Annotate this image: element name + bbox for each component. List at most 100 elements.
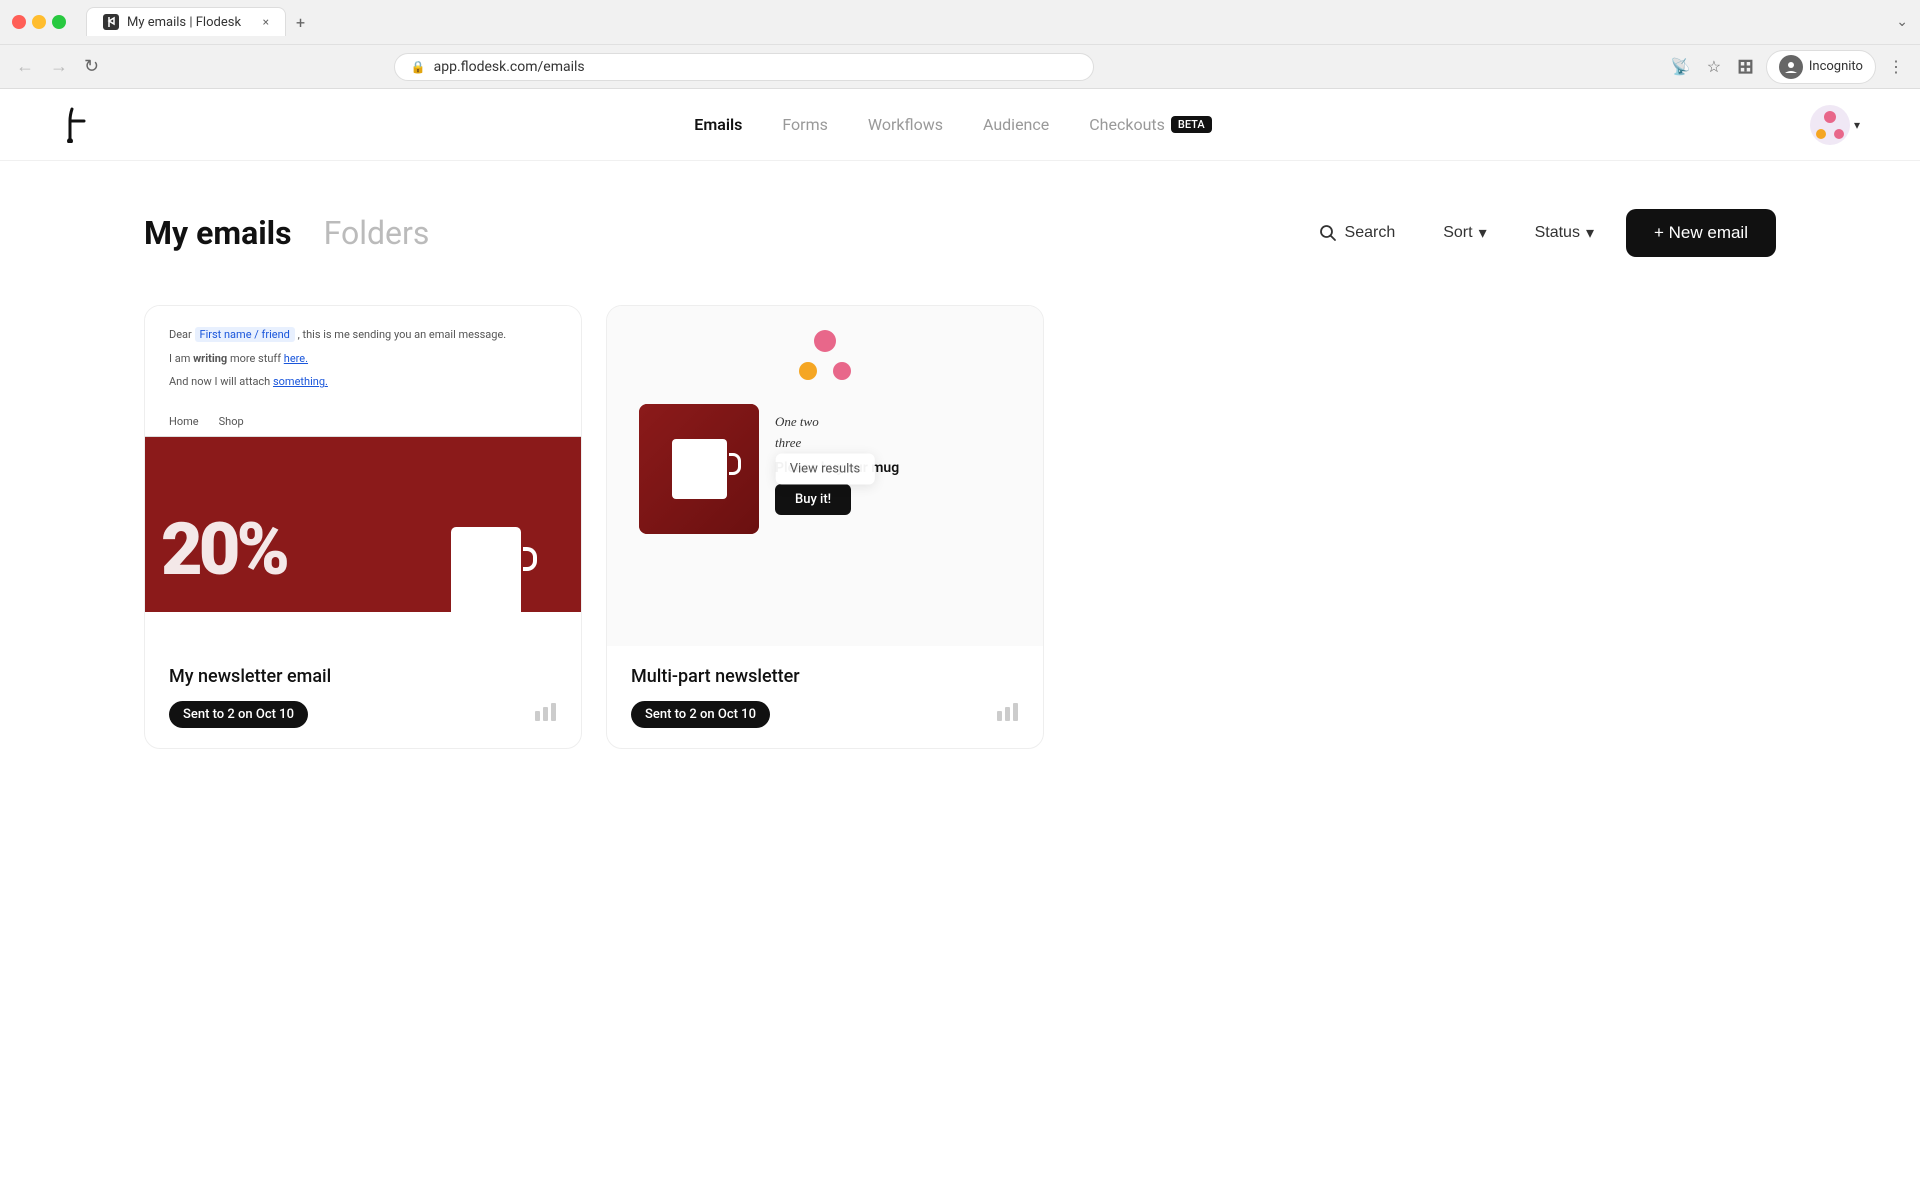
preview-iam: I am [169, 352, 193, 365]
folders-tab[interactable]: Folders [324, 214, 430, 252]
close-dot[interactable] [12, 15, 26, 29]
preview-line-3: And now I will attach something. [169, 373, 557, 391]
maximize-dot[interactable] [52, 15, 66, 29]
email-card-1-stats-icon[interactable] [535, 703, 557, 726]
browser-top-bar: My emails | Flodesk × + ⌄ [0, 0, 1920, 44]
tab-favicon [103, 14, 119, 30]
preview-nav: Home Shop [145, 407, 581, 437]
page-title: My emails [144, 214, 292, 252]
top-nav: Emails Forms Workflows Audience Checkout… [0, 89, 1920, 161]
preview-link-here: here. [284, 352, 308, 365]
new-tab-button[interactable]: + [286, 9, 315, 36]
preview-attach: And now I will attach [169, 375, 273, 388]
email-card-2-stats-icon[interactable] [997, 703, 1019, 726]
search-button[interactable]: Search [1303, 214, 1412, 252]
mug-handle-inner [729, 453, 741, 475]
header-actions: Search Sort ▾ Status ▾ + New email [1303, 209, 1776, 257]
preview-handwrite: One two three [775, 412, 1019, 454]
email-card-1[interactable]: Dear First name / friend , this is me se… [144, 305, 582, 749]
logo-dot-bottom-left [799, 362, 817, 380]
back-button[interactable]: ← [12, 52, 38, 81]
email-card-1-footer: My newsletter email Sent to 2 on Oct 10 [145, 646, 581, 748]
user-menu[interactable]: ▾ [1810, 105, 1860, 145]
logo-dot-bottom-right [833, 362, 851, 380]
avatar-dots [1816, 111, 1844, 139]
logo-dots [795, 330, 855, 380]
avatar-dot-bottom-right [1834, 129, 1844, 139]
incognito-avatar [1779, 55, 1803, 79]
nav-link-workflows[interactable]: Workflows [868, 115, 943, 134]
cast-icon[interactable]: 📡 [1667, 53, 1695, 81]
preview-line-1: Dear First name / friend , this is me se… [169, 326, 557, 344]
nav-links: Emails Forms Workflows Audience Checkout… [694, 115, 1211, 134]
incognito-label: Incognito [1809, 59, 1863, 74]
search-icon [1319, 224, 1337, 242]
user-avatar[interactable] [1810, 105, 1850, 145]
email-card-2-footer: Multi-part newsletter Sent to 2 on Oct 1… [607, 646, 1043, 748]
app: Emails Forms Workflows Audience Checkout… [0, 89, 1920, 1201]
nav-link-checkouts[interactable]: Checkouts BETA [1089, 115, 1211, 134]
stats-bars-icon-2 [997, 703, 1019, 721]
tab-close-button[interactable]: × [263, 15, 269, 29]
browser-menu-icon[interactable]: ⊞ [1733, 50, 1758, 83]
mug-bg [639, 404, 759, 534]
avatar-dot-top [1824, 111, 1836, 123]
browser-nav-bar: ← → ↻ 🔒 app.flodesk.com/emails 📡 ☆ ⊞ Inc… [0, 44, 1920, 88]
minimize-dot[interactable] [32, 15, 46, 29]
status-button[interactable]: Status ▾ [1519, 213, 1610, 253]
email-card-1-title: My newsletter email [169, 666, 557, 687]
browser-tabs: My emails | Flodesk × + [86, 8, 315, 36]
preview-highlight: First name / friend [195, 327, 295, 342]
sort-chevron: ▾ [1479, 223, 1487, 243]
preview-mug-image [639, 404, 759, 534]
browser-dots [12, 15, 66, 29]
email-card-2[interactable]: One two three Please buy our mug Buy it!… [606, 305, 1044, 749]
mug-body-white [672, 439, 727, 499]
view-results-overlay[interactable]: View results [776, 454, 875, 485]
email-card-1-sent-badge: Sent to 2 on Oct 10 [169, 701, 308, 728]
logo-icon [60, 107, 96, 143]
preview-text-section: Dear First name / friend , this is me se… [145, 306, 581, 407]
beta-badge: BETA [1171, 116, 1212, 133]
address-bar[interactable]: 🔒 app.flodesk.com/emails [394, 53, 1094, 81]
forward-button[interactable]: → [46, 52, 72, 81]
status-chevron: ▾ [1586, 223, 1594, 243]
more-options-icon[interactable]: ⋮ [1884, 53, 1908, 81]
tabs-chevron[interactable]: ⌄ [1896, 14, 1908, 30]
nav-link-forms[interactable]: Forms [782, 115, 828, 134]
email-preview-1: Dear First name / friend , this is me se… [145, 306, 581, 646]
handwrite-line1: One two [775, 414, 819, 429]
preview-text-after-highlight: , this is me sending you an email messag… [298, 328, 507, 341]
mug-handle [523, 547, 537, 571]
active-tab[interactable]: My emails | Flodesk × [86, 7, 286, 36]
preview-line-2: I am writing more stuff here. [169, 350, 557, 368]
preview-logo [771, 306, 879, 404]
reload-button[interactable]: ↻ [80, 52, 103, 81]
email-card-1-meta: Sent to 2 on Oct 10 [169, 701, 557, 728]
browser-chrome: My emails | Flodesk × + ⌄ ← → ↻ 🔒 app.fl… [0, 0, 1920, 89]
email-preview-2: One two three Please buy our mug Buy it!… [607, 306, 1043, 646]
user-menu-chevron[interactable]: ▾ [1854, 118, 1860, 132]
preview-nav-shop: Shop [219, 415, 244, 428]
preview-nav-home: Home [169, 415, 199, 428]
lock-icon: 🔒 [411, 60, 426, 74]
logo[interactable] [60, 107, 96, 143]
preview-percent-text: 20% [161, 507, 286, 592]
email-card-2-meta: Sent to 2 on Oct 10 [631, 701, 1019, 728]
nav-link-audience[interactable]: Audience [983, 115, 1049, 134]
email-card-2-sent-badge: Sent to 2 on Oct 10 [631, 701, 770, 728]
url-text: app.flodesk.com/emails [434, 59, 585, 75]
preview-cta-button: Buy it! [775, 484, 851, 515]
logo-dot-top [814, 330, 836, 352]
bookmark-icon[interactable]: ☆ [1703, 53, 1725, 81]
preview-mug-body [451, 527, 521, 612]
page-content: My emails Folders Search Sort ▾ Status ▾ [0, 161, 1920, 797]
new-email-button[interactable]: + New email [1626, 209, 1776, 257]
nav-link-emails[interactable]: Emails [694, 115, 742, 134]
preview-mug-container [451, 527, 521, 612]
handwrite-line2: three [775, 435, 801, 450]
incognito-button[interactable]: Incognito [1766, 50, 1876, 84]
preview-red-banner: 20% [145, 437, 581, 612]
tab-title: My emails | Flodesk [127, 15, 241, 30]
sort-button[interactable]: Sort ▾ [1427, 213, 1502, 253]
